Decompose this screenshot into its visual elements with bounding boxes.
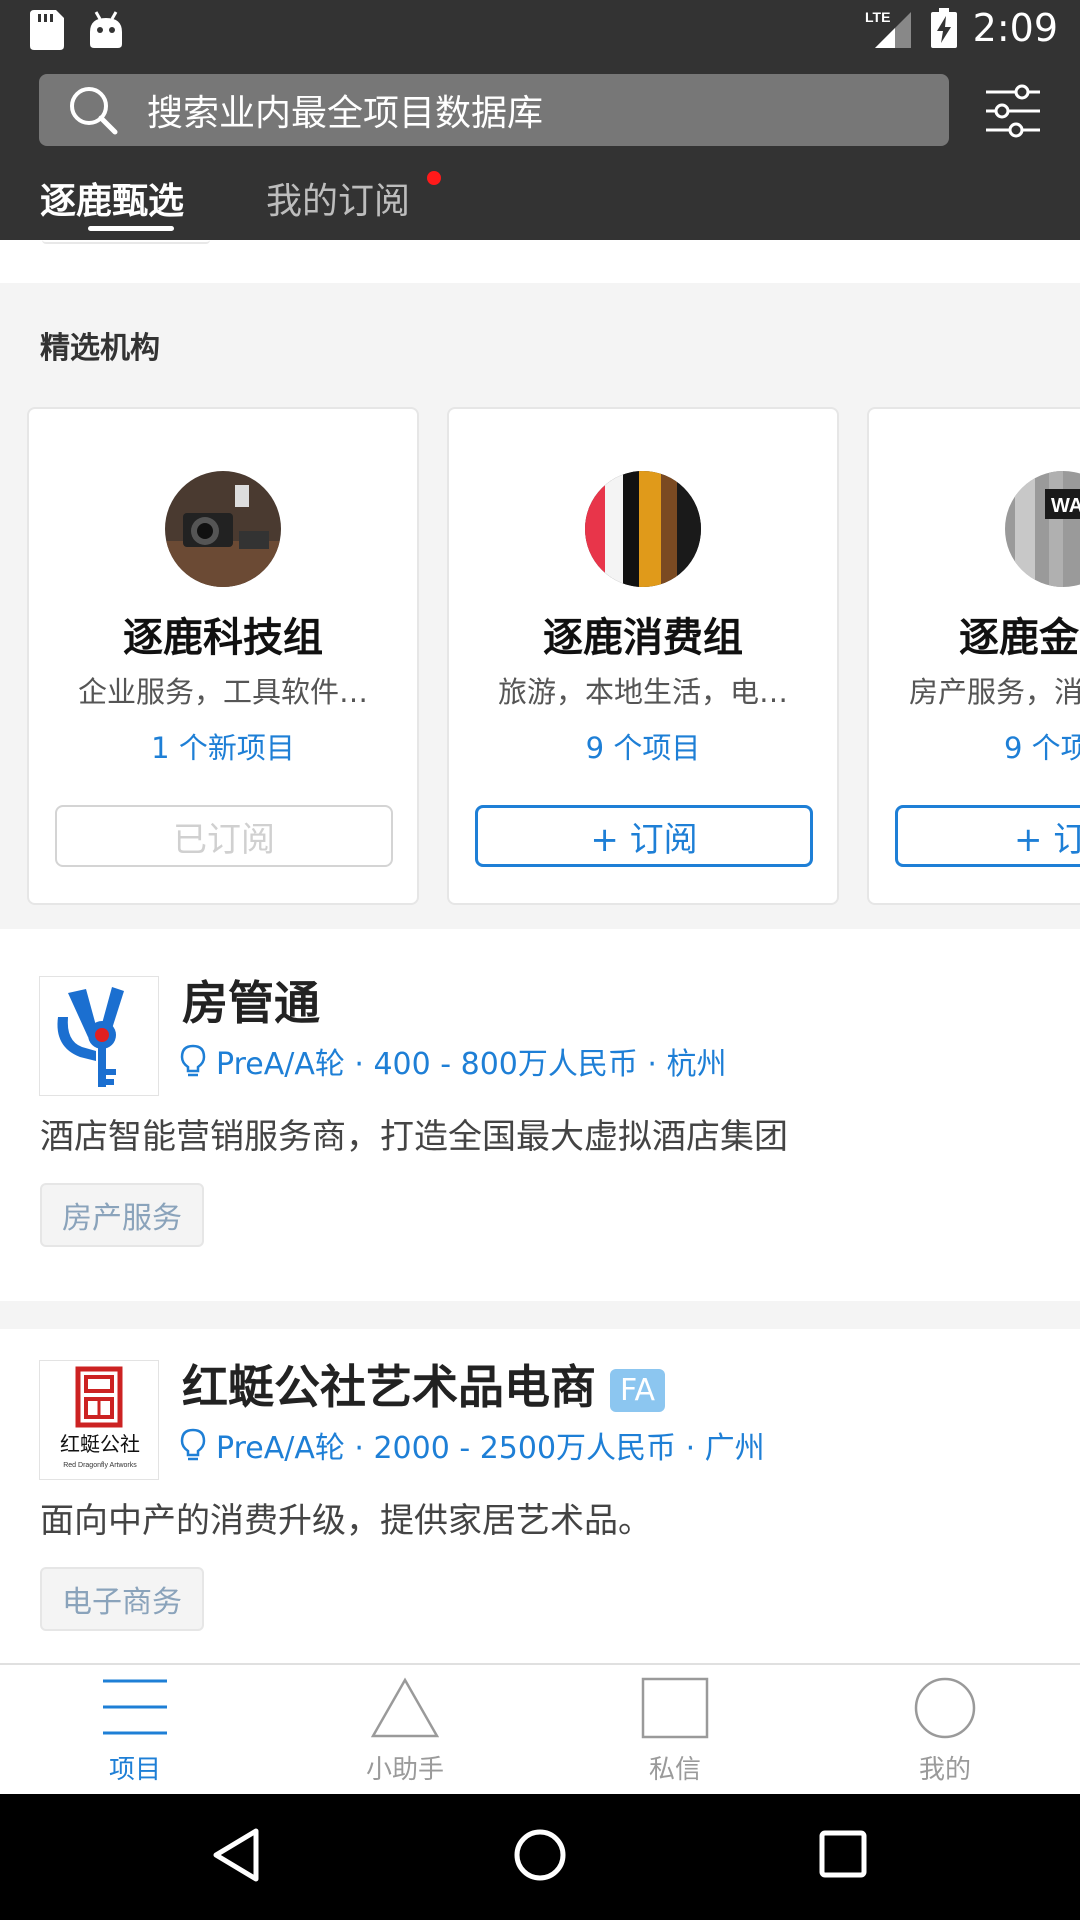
subscribe-button[interactable]: + 订 <box>895 805 1080 867</box>
project-meta: PreA/A轮 · 400 - 800万人民币 · 杭州 <box>180 1039 726 1083</box>
org-card[interactable]: 逐鹿科技组 企业服务，工具软件… 1 个新项目 已订阅 <box>27 407 419 905</box>
org-avatar: WALL <box>1005 471 1080 587</box>
app-header: 搜索业内最全项目数据库 逐鹿甄选 我的订阅 <box>0 60 1080 240</box>
project-name-row: 红蜓公社艺术品电商 FA <box>182 1351 666 1417</box>
divider <box>0 1301 1080 1329</box>
square-icon <box>641 1677 709 1739</box>
search-icon <box>70 87 118 135</box>
bottom-navigation: 项目 小助手 私信 我的 <box>0 1663 1080 1794</box>
nav-label: 我的 <box>918 1755 971 1785</box>
org-avatar <box>165 471 281 587</box>
avatar-sign-text: WALL <box>1051 495 1080 517</box>
project-description: 面向中产的消费升级，提供家居艺术品。 <box>40 1501 652 1541</box>
subscribed-button[interactable]: 已订阅 <box>55 805 393 867</box>
home-icon[interactable] <box>512 1827 568 1883</box>
org-description: 房产服务，消 <box>909 675 1080 709</box>
subscribe-button[interactable]: + 订阅 <box>475 805 813 867</box>
nav-label: 项目 <box>108 1755 161 1785</box>
org-name: 逐鹿消费组 <box>543 615 743 661</box>
logo-text: 红蜓公社 <box>60 1432 140 1456</box>
project-item[interactable]: 红蜓公社 Red Dragonfly Artworks 红蜓公社艺术品电商 FA … <box>0 1329 1080 1663</box>
org-card[interactable]: WALL 逐鹿金 房产服务，消 9 个项 + 订 <box>867 407 1080 905</box>
project-logo <box>39 976 159 1096</box>
logo-subtext: Red Dragonfly Artworks <box>63 1462 137 1469</box>
nav-projects[interactable]: 项目 <box>0 1665 270 1796</box>
back-icon[interactable] <box>212 1827 262 1883</box>
section-title: 精选机构 <box>40 331 160 366</box>
lightbulb-icon <box>180 1428 206 1461</box>
svg-text:LTE: LTE <box>865 9 890 25</box>
search-input[interactable]: 搜索业内最全项目数据库 <box>39 74 949 146</box>
org-card[interactable]: 逐鹿消费组 旅游，本地生活，电… 9 个项目 + 订阅 <box>447 407 839 905</box>
circle-icon <box>914 1677 976 1739</box>
filter-icon[interactable] <box>984 82 1042 140</box>
nav-profile[interactable]: 我的 <box>810 1665 1080 1796</box>
featured-orgs-section: 精选机构 逐鹿科技组 企业服务，工具软件… 1 个新项目 已订阅 逐鹿消费组 旅… <box>0 283 1080 929</box>
divider <box>42 240 210 244</box>
search-placeholder: 搜索业内最全项目数据库 <box>147 93 544 134</box>
org-avatar <box>585 471 701 587</box>
project-logo: 红蜓公社 Red Dragonfly Artworks <box>39 1360 159 1480</box>
battery-charging-icon <box>930 8 957 48</box>
project-tag[interactable]: 电子商务 <box>40 1567 204 1631</box>
sd-card-icon <box>30 10 64 50</box>
nav-label: 小助手 <box>365 1755 444 1785</box>
recents-icon[interactable] <box>818 1827 868 1883</box>
nav-label: 私信 <box>648 1755 701 1785</box>
nav-messages[interactable]: 私信 <box>540 1665 810 1796</box>
org-project-count: 1 个新项目 <box>151 731 295 765</box>
project-name: 房管通 <box>182 976 320 1030</box>
active-tab-indicator <box>88 226 174 231</box>
org-project-count: 9 个项目 <box>585 731 701 765</box>
android-icon <box>90 11 122 48</box>
project-meta-text: PreA/A轮 · 400 - 800万人民币 · 杭州 <box>216 1047 727 1082</box>
org-description: 企业服务，工具软件… <box>77 675 368 709</box>
notification-dot <box>427 171 441 185</box>
org-project-count: 9 个项 <box>1004 731 1080 765</box>
org-description: 旅游，本地生活，电… <box>497 675 788 709</box>
triangle-icon <box>371 1677 439 1738</box>
project-item[interactable]: 房管通 PreA/A轮 · 400 - 800万人民币 · 杭州 酒店智能营销服… <box>0 929 1080 1301</box>
fa-badge: FA <box>610 1369 666 1412</box>
org-name: 逐鹿金 <box>959 615 1079 661</box>
nav-assistant[interactable]: 小助手 <box>270 1665 540 1796</box>
project-description: 酒店智能营销服务商，打造全国最大虚拟酒店集团 <box>40 1117 788 1157</box>
project-tag[interactable]: 房产服务 <box>40 1183 204 1247</box>
project-meta-text: PreA/A轮 · 2000 - 2500万人民币 · 广州 <box>216 1431 765 1466</box>
project-meta: PreA/A轮 · 2000 - 2500万人民币 · 广州 <box>180 1423 765 1467</box>
clock: 2:09 <box>972 6 1058 50</box>
project-name: 红蜓公社艺术品电商 <box>182 1360 596 1414</box>
lightbulb-icon <box>180 1044 206 1077</box>
tab-subscriptions[interactable]: 我的订阅 <box>266 172 410 224</box>
org-name: 逐鹿科技组 <box>123 615 323 661</box>
main-content[interactable]: 精选机构 逐鹿科技组 企业服务，工具软件… 1 个新项目 已订阅 逐鹿消费组 旅… <box>0 240 1080 1663</box>
lte-signal-icon: LTE <box>865 9 911 48</box>
tab-featured[interactable]: 逐鹿甄选 <box>40 172 184 224</box>
list-icon <box>103 1679 167 1735</box>
system-navigation-bar <box>0 1794 1080 1920</box>
status-bar: LTE 2:09 <box>0 0 1080 60</box>
